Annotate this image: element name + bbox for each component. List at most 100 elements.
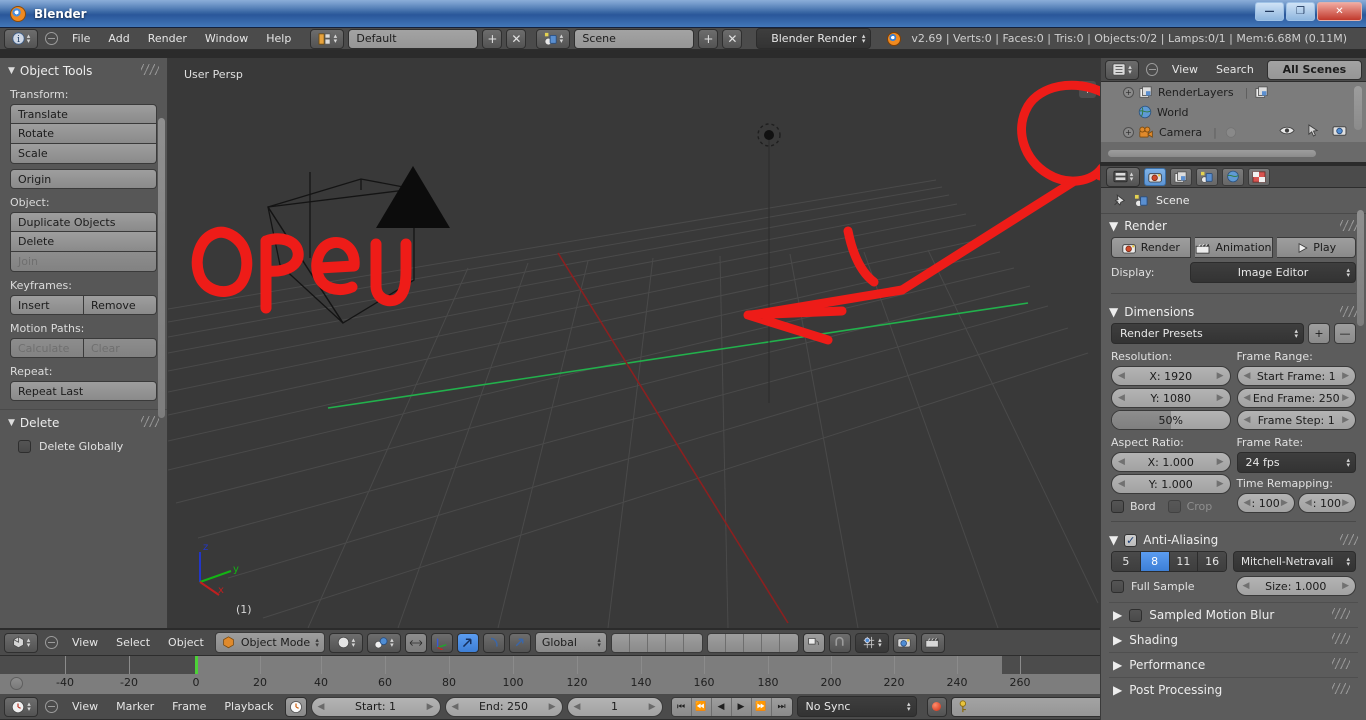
render-animation-button[interactable]: Animation bbox=[1194, 237, 1274, 258]
rotate-mode-button[interactable] bbox=[482, 632, 505, 653]
maximize-button[interactable]: ❐ bbox=[1286, 2, 1315, 21]
tab-scene[interactable] bbox=[1196, 167, 1218, 186]
antialiasing-checkbox[interactable]: ✓ bbox=[1124, 533, 1138, 547]
increment-icon[interactable]: ▶ bbox=[1342, 498, 1349, 508]
properties-scrollbar[interactable] bbox=[1357, 210, 1364, 326]
timeline-strip[interactable]: -40 -20 0 20 40 60 80 100 120 140 160 18… bbox=[0, 656, 1100, 694]
selectability-toggle[interactable] bbox=[1308, 124, 1319, 140]
tab-texture[interactable] bbox=[1248, 167, 1270, 186]
delete-scene-button[interactable]: ✕ bbox=[722, 28, 743, 49]
sync-mode-selector[interactable]: No Sync ▴ ▾ bbox=[796, 696, 917, 717]
panel-sampled-motion-blur[interactable]: ▶ Sampled Motion Blur bbox=[1109, 602, 1358, 627]
start-frame-field[interactable]: ◀ Start: 1 ▶ bbox=[310, 696, 441, 717]
repeat-last-button[interactable]: Repeat Last bbox=[10, 381, 157, 401]
decrement-icon[interactable]: ◀ bbox=[1118, 457, 1125, 467]
increment-icon[interactable]: ▶ bbox=[649, 702, 656, 712]
outliner-menu-search[interactable]: Search bbox=[1209, 60, 1261, 80]
translate-button[interactable]: Translate bbox=[10, 104, 157, 124]
lock-layers-button[interactable] bbox=[802, 632, 825, 653]
timeline-menu-marker[interactable]: Marker bbox=[109, 697, 161, 717]
outliner-vertical-scrollbar[interactable] bbox=[1354, 86, 1362, 130]
menu-help[interactable]: Help bbox=[259, 29, 298, 49]
delete-layout-button[interactable]: ✕ bbox=[506, 28, 527, 49]
outliner-editor-type-selector[interactable]: ▴ ▾ bbox=[1105, 59, 1139, 80]
snap-toggle-button[interactable] bbox=[828, 632, 851, 653]
delete-globally-checkbox[interactable] bbox=[18, 440, 31, 453]
next-keyframe-button[interactable]: ⏩ bbox=[751, 697, 772, 716]
time-remap-old-field[interactable]: ◀ : 100 ▶ bbox=[1236, 493, 1295, 513]
full-sample-group[interactable]: Full Sample bbox=[1111, 579, 1230, 593]
timeline-menu-frame[interactable]: Frame bbox=[165, 697, 213, 717]
scene-layers-toggle-second[interactable] bbox=[706, 632, 799, 653]
minimize-button[interactable]: — bbox=[1255, 2, 1284, 21]
start-frame-field[interactable]: ◀ Start Frame: 1 ▶ bbox=[1236, 366, 1356, 386]
aa-size-field[interactable]: ◀ Size: 1.000 ▶ bbox=[1235, 576, 1356, 596]
end-frame-field[interactable]: ◀ End: 250 ▶ bbox=[444, 696, 563, 717]
scene-layers-toggle[interactable] bbox=[610, 632, 703, 653]
expand-icon[interactable]: + bbox=[1123, 86, 1134, 98]
scale-button[interactable]: Scale bbox=[10, 144, 157, 164]
increment-icon[interactable]: ▶ bbox=[1342, 581, 1349, 591]
collapse-menu-icon[interactable] bbox=[45, 700, 58, 713]
aa-sample-16[interactable]: 16 bbox=[1198, 552, 1226, 571]
decrement-icon[interactable]: ◀ bbox=[1244, 498, 1251, 508]
toolshelf-scrollbar[interactable] bbox=[158, 118, 165, 418]
screen-layout-selector[interactable]: ▴ ▾ bbox=[310, 28, 345, 49]
aspect-x-field[interactable]: ◀ X: 1.000 ▶ bbox=[1111, 452, 1231, 472]
layer-cell[interactable] bbox=[761, 633, 780, 652]
auto-keyframe-button[interactable] bbox=[926, 696, 947, 717]
properties-editor-type-selector[interactable]: ▴ ▾ bbox=[1106, 166, 1140, 187]
window-controls[interactable]: — ❐ ✕ bbox=[1255, 2, 1362, 21]
viewport-add-panel-button[interactable]: + bbox=[1079, 81, 1096, 98]
interaction-mode-selector[interactable]: Object Mode ▴ ▾ bbox=[214, 632, 325, 653]
render-presets-selector[interactable]: Render Presets ▴ ▾ bbox=[1111, 323, 1304, 344]
decrement-icon[interactable]: ◀ bbox=[1305, 498, 1312, 508]
jump-to-end-button[interactable]: ⏭ bbox=[771, 697, 792, 716]
decrement-icon[interactable]: ◀ bbox=[318, 702, 325, 712]
tab-render-layers[interactable] bbox=[1170, 167, 1192, 186]
resolution-percentage-slider[interactable]: 50% bbox=[1111, 410, 1231, 430]
scene-browse-selector[interactable]: ▴ ▾ bbox=[536, 28, 571, 49]
increment-icon[interactable]: ▶ bbox=[1217, 479, 1224, 489]
layer-cell[interactable] bbox=[743, 633, 762, 652]
remove-preset-button[interactable]: — bbox=[1334, 323, 1356, 344]
layer-cell[interactable] bbox=[725, 633, 744, 652]
layer-cell[interactable] bbox=[647, 633, 666, 652]
translate-manipulator-button[interactable] bbox=[430, 632, 453, 653]
renderability-toggle[interactable] bbox=[1332, 125, 1347, 140]
increment-icon[interactable]: ▶ bbox=[1217, 457, 1224, 467]
layer-cell[interactable] bbox=[683, 633, 702, 652]
dimensions-panel-header[interactable]: ▼ Dimensions bbox=[1101, 300, 1366, 323]
viewport-menu-view[interactable]: View bbox=[65, 633, 105, 653]
3d-viewport[interactable]: User Persp + z y x (1) bbox=[168, 58, 1100, 628]
end-frame-field[interactable]: ◀ End Frame: 250 ▶ bbox=[1236, 388, 1356, 408]
panel-post-processing[interactable]: ▶ Post Processing bbox=[1109, 677, 1358, 702]
frame-step-field[interactable]: ◀ Frame Step: 1 ▶ bbox=[1236, 410, 1356, 430]
aspect-y-field[interactable]: ◀ Y: 1.000 ▶ bbox=[1111, 474, 1231, 494]
remove-keyframe-button[interactable]: Remove bbox=[84, 295, 157, 315]
increment-icon[interactable]: ▶ bbox=[1342, 415, 1349, 425]
resolution-y-field[interactable]: ◀ Y: 1080 ▶ bbox=[1111, 388, 1231, 408]
current-frame-field[interactable]: ◀ 1 ▶ bbox=[566, 696, 663, 717]
increment-icon[interactable]: ▶ bbox=[1281, 498, 1288, 508]
increment-icon[interactable]: ▶ bbox=[1217, 371, 1224, 381]
add-preset-button[interactable]: + bbox=[1308, 323, 1330, 344]
snap-element-selector[interactable]: ▴ ▾ bbox=[854, 632, 889, 653]
panel-performance[interactable]: ▶ Performance bbox=[1109, 652, 1358, 677]
decrement-icon[interactable]: ◀ bbox=[1118, 393, 1125, 403]
jump-to-start-button[interactable]: ⏮ bbox=[671, 697, 692, 716]
outliner-row-camera[interactable]: + Camera | bbox=[1101, 122, 1366, 142]
decrement-icon[interactable]: ◀ bbox=[1243, 581, 1250, 591]
play-reverse-button[interactable]: ◀ bbox=[711, 697, 732, 716]
pin-icon[interactable] bbox=[1111, 193, 1127, 208]
decrement-icon[interactable]: ◀ bbox=[1244, 393, 1251, 403]
collapse-menu-icon[interactable] bbox=[45, 32, 58, 45]
antialiasing-panel-header[interactable]: ▼ ✓ Anti-Aliasing bbox=[1101, 528, 1366, 551]
translate-mode-button[interactable] bbox=[456, 632, 479, 653]
full-sample-checkbox[interactable] bbox=[1111, 579, 1124, 593]
panel-shading[interactable]: ▶ Shading bbox=[1109, 627, 1358, 652]
expand-icon[interactable]: + bbox=[1123, 126, 1134, 138]
close-button[interactable]: ✕ bbox=[1317, 2, 1362, 21]
menu-file[interactable]: File bbox=[65, 29, 97, 49]
outliner-row-renderlayers[interactable]: + RenderLayers | bbox=[1101, 82, 1366, 102]
